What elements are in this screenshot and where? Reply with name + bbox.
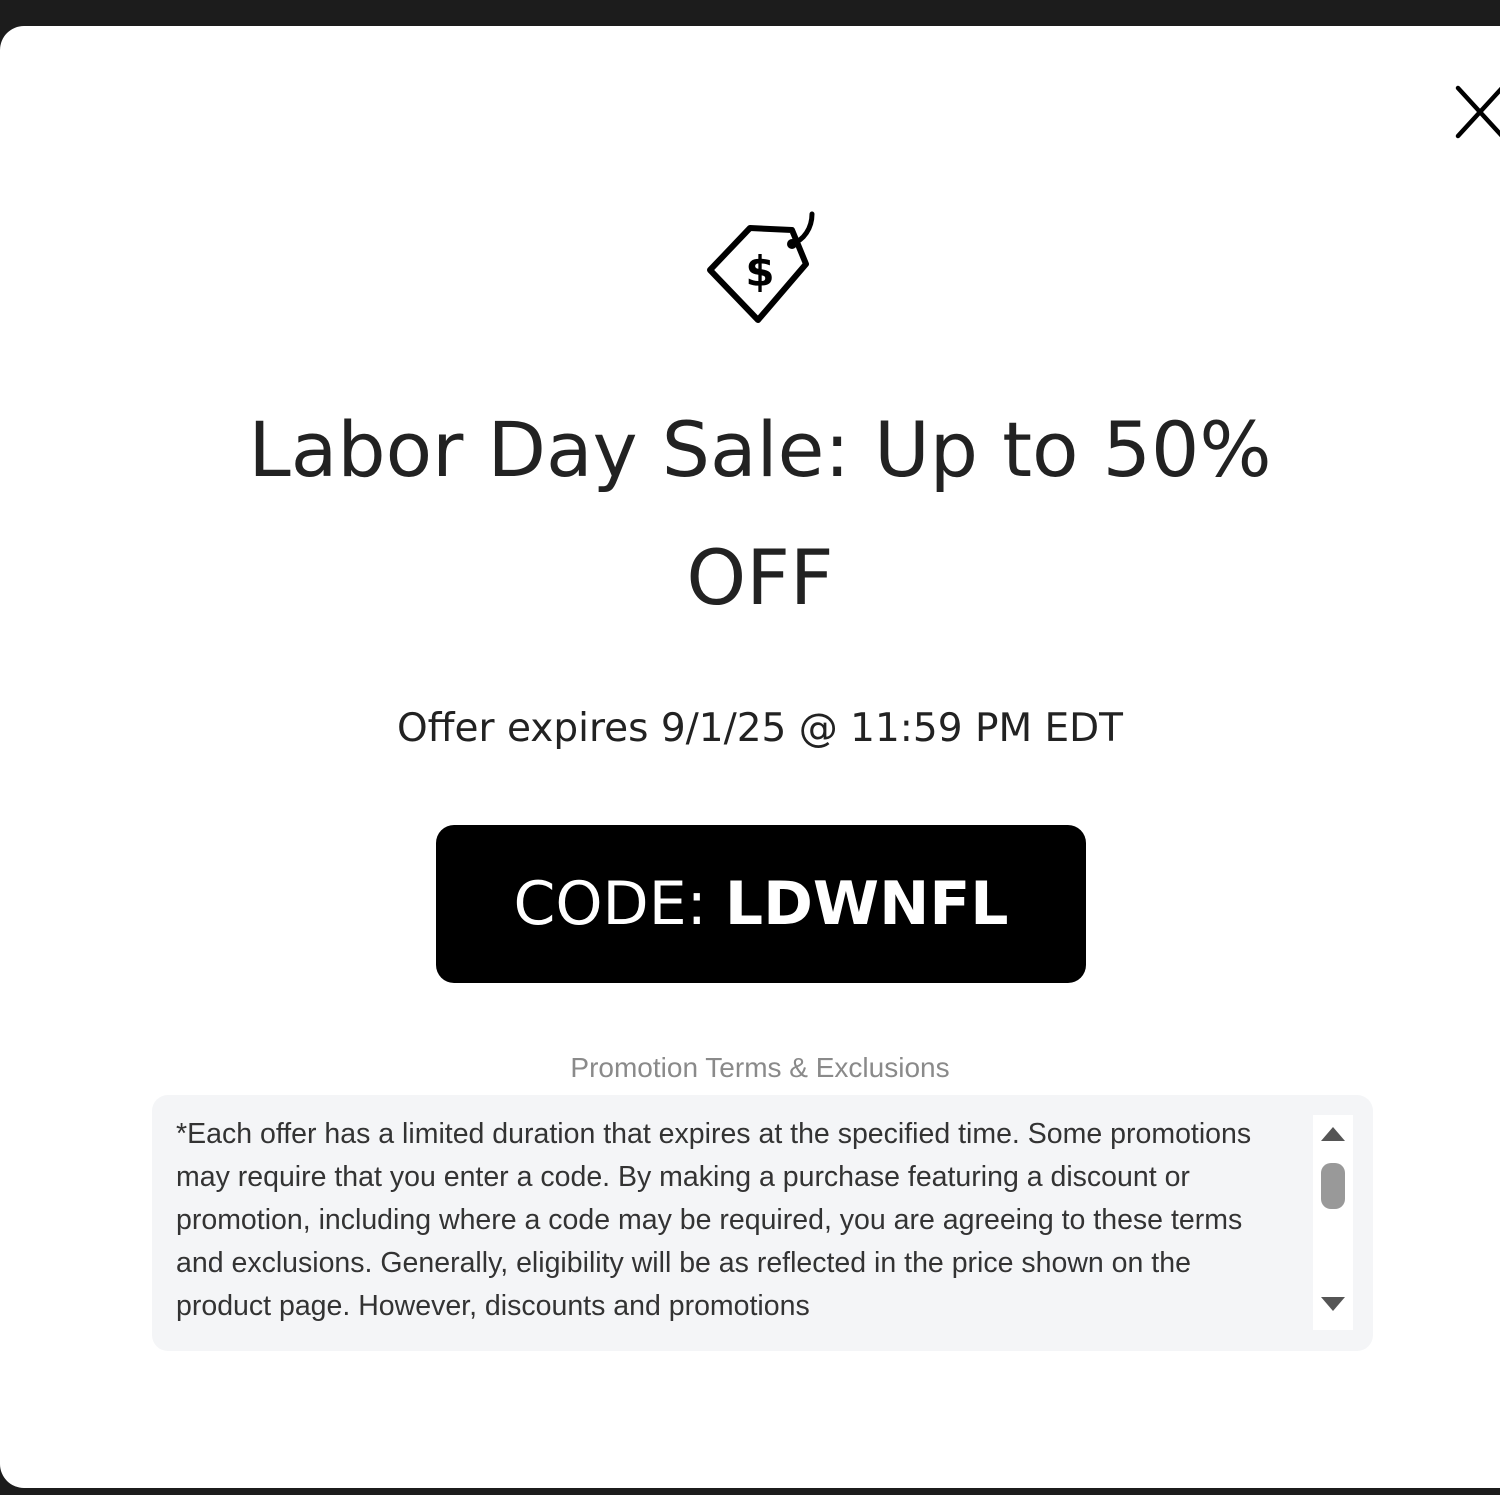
code-label: CODE:	[513, 869, 707, 939]
scroll-thumb[interactable]	[1321, 1163, 1345, 1209]
svg-text:$: $	[745, 247, 774, 296]
terms-title: Promotion Terms & Exclusions	[570, 1052, 950, 1083]
terms-text: *Each offer has a limited duration that …	[176, 1118, 1252, 1322]
scroll-down-arrow-icon[interactable]	[1321, 1297, 1345, 1311]
terms-scroll-box[interactable]: *Each offer has a limited duration that …	[152, 1095, 1373, 1351]
terms-scrollbar[interactable]	[1313, 1115, 1353, 1330]
code-value: LDWNFL	[724, 869, 1009, 939]
close-x-icon	[1455, 85, 1500, 139]
close-button[interactable]	[1452, 82, 1500, 142]
dollar-price-tag-icon: $	[700, 210, 824, 328]
promo-modal: $ Labor Day Sale: Up to 50% OFF Offer ex…	[0, 26, 1500, 1488]
promo-headline: Labor Day Sale: Up to 50% OFF	[160, 386, 1360, 642]
headline-line-1: Labor Day Sale: Up to 50%	[248, 405, 1272, 494]
promo-code-button[interactable]: CODE: LDWNFL	[436, 825, 1086, 983]
scroll-up-arrow-icon[interactable]	[1321, 1127, 1345, 1141]
offer-expiry-text: Offer expires 9/1/25 @ 11:59 PM EDT	[396, 706, 1124, 751]
headline-line-2: OFF	[686, 533, 834, 622]
